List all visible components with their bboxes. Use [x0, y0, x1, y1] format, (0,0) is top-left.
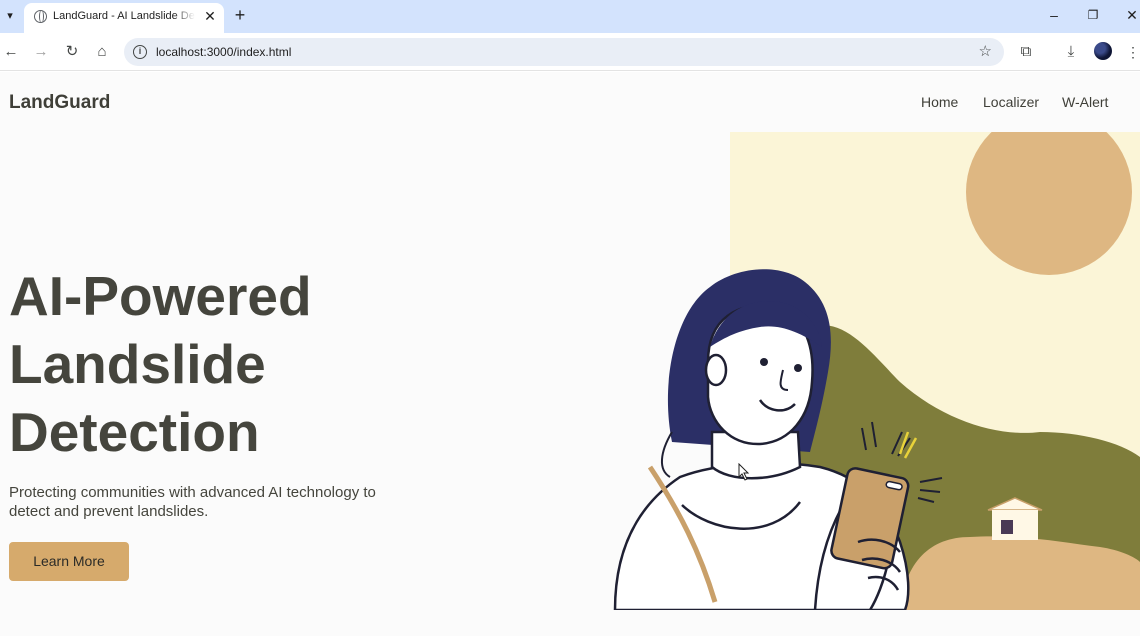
hero-title-line: Detection — [9, 401, 260, 463]
url-text: localhost:3000/index.html — [156, 45, 292, 59]
site-info-icon[interactable]: i — [133, 45, 147, 59]
download-icon[interactable]: ⤓ — [1060, 41, 1082, 63]
extensions-icon[interactable]: ⧉ — [1015, 41, 1037, 63]
profile-avatar[interactable] — [1094, 42, 1112, 60]
home-icon[interactable]: ⌂ — [91, 41, 113, 63]
browser-tab-strip: ▾ LandGuard - AI Landslide Detection ✕ +… — [0, 0, 1140, 33]
hero-subtitle: Protecting communities with advanced AI … — [9, 484, 376, 520]
forward-icon[interactable]: → — [30, 41, 52, 63]
minimize-icon[interactable]: – — [1042, 4, 1066, 26]
reload-icon[interactable]: ↻ — [61, 41, 83, 63]
back-icon[interactable]: ← — [0, 41, 22, 63]
browser-toolbar: ← → ↻ ⌂ i localhost:3000/index.html ☆ ⧉ … — [0, 33, 1140, 71]
learn-more-button[interactable]: Learn More — [9, 542, 129, 581]
nav-walert[interactable]: W-Alert — [1062, 94, 1108, 110]
tab-title: LandGuard - AI Landslide Detection — [53, 10, 195, 22]
restore-icon[interactable]: ❐ — [1081, 4, 1105, 26]
hero-illustration — [613, 132, 1140, 610]
woman-eye — [794, 364, 802, 372]
address-bar[interactable]: i localhost:3000/index.html ☆ — [124, 38, 1004, 66]
nav-localizer[interactable]: Localizer — [983, 94, 1039, 110]
more-icon[interactable]: ⋮ — [1122, 41, 1140, 63]
star-icon[interactable]: ☆ — [979, 42, 992, 60]
hero-title-line: AI-Powered — [9, 265, 312, 327]
mouse-cursor-icon — [738, 463, 750, 481]
woman-eye — [760, 358, 768, 366]
window-close-icon[interactable]: ✕ — [1120, 4, 1140, 26]
tab-search-icon[interactable]: ▾ — [2, 6, 18, 26]
landguard-page: LandGuard Home Localizer W-Alert AI-Powe… — [0, 72, 1140, 636]
plus-icon[interactable]: + — [230, 4, 250, 26]
close-icon[interactable]: ✕ — [202, 7, 218, 25]
nav-home[interactable]: Home — [921, 94, 958, 110]
globe-icon — [34, 10, 47, 23]
hero-title: AI-Powered Landslide Detection — [9, 262, 429, 466]
hero-title-line: Landslide — [9, 333, 266, 395]
site-logo[interactable]: LandGuard — [9, 92, 110, 114]
browser-tab[interactable]: LandGuard - AI Landslide Detection ✕ — [24, 3, 224, 33]
